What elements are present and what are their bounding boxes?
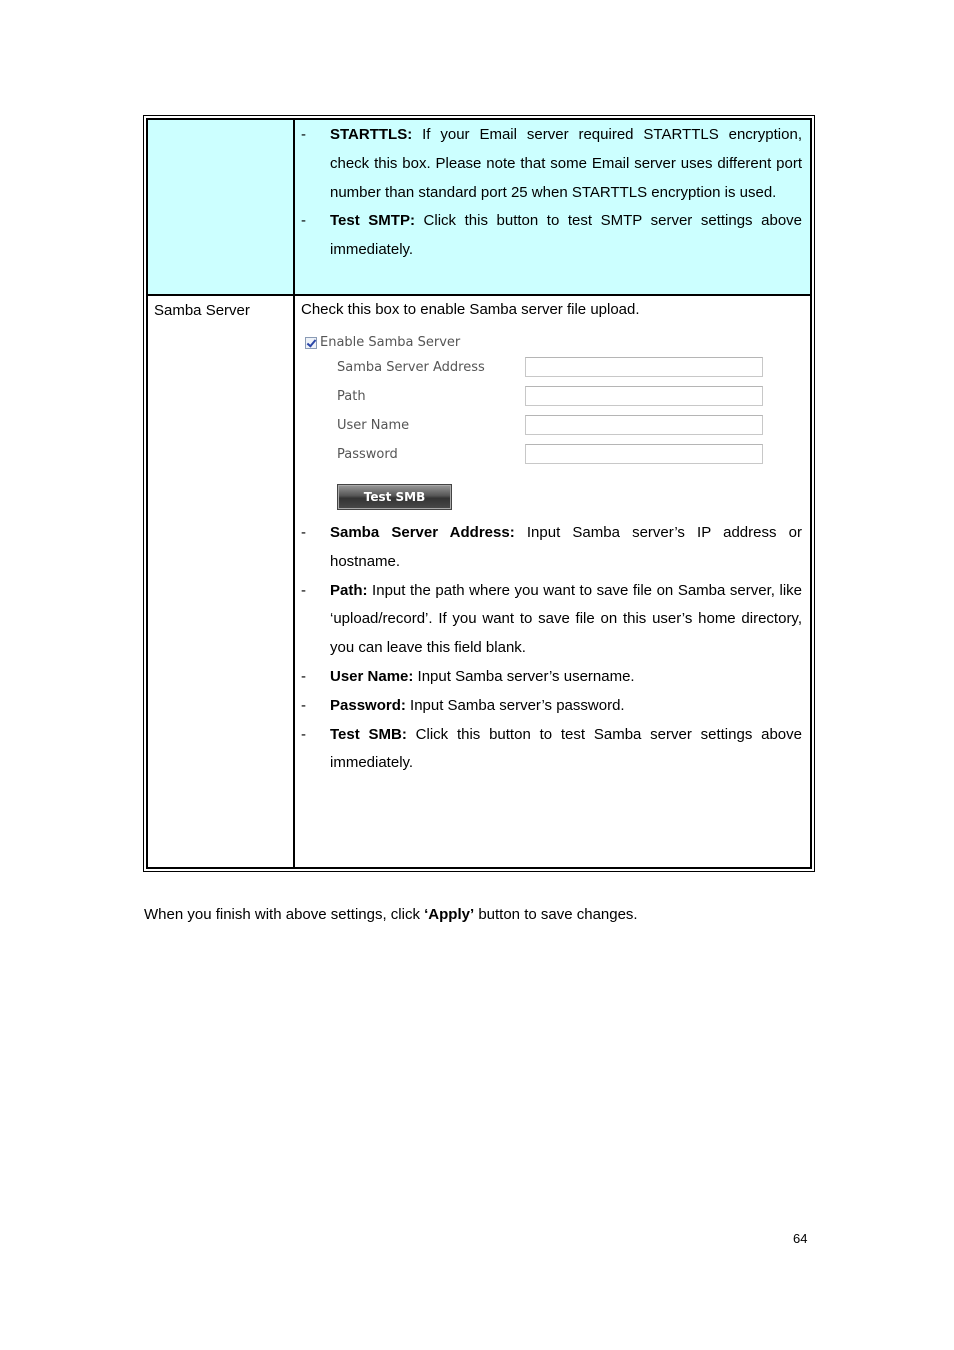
bullet-password: - Password: Input Samba server’s password… [301,696,625,714]
samba-form-screenshot: Enable Samba Server Samba Server Address… [301,329,802,519]
bullet-test-smb: - Test SMB: Click this button to test Sam… [301,725,802,772]
apply-instruction: When you finish with above settings, cli… [144,906,638,923]
table-row-samba-server: Samba Server Check this box to enable Sa… [148,296,810,867]
test-smb-button[interactable]: Test SMB [337,484,452,510]
enable-samba-label: Enable Samba Server [320,335,461,350]
term: Test SMTP: [330,212,415,230]
column-divider [293,296,295,867]
bullet-user-name: - User Name: Input Samba server’s usernam… [301,667,635,685]
page-number: 64 [793,1231,808,1246]
bullet-samba-server-address: - Samba Server Address: Input Samba serve… [301,524,802,570]
column-divider [293,120,295,294]
field-samba-server-address: Samba Server Address [337,357,763,377]
intro-text: Check this box to enable Samba server fi… [301,301,640,318]
description-cell: Check this box to enable Samba server fi… [301,299,802,778]
field-password: Password [337,444,763,464]
path-input[interactable] [525,386,763,406]
enable-samba-checkbox-row[interactable]: Enable Samba Server [305,335,460,350]
checkbox-checked-icon[interactable] [305,336,317,349]
field-path: Path [337,386,763,406]
term: STARTTLS: [330,126,413,143]
password-input[interactable] [525,444,763,464]
bullet-starttls: - STARTTLS: If your Email server required… [301,126,802,201]
table-row-starttls: - STARTTLS: If your Email server required… [148,120,810,296]
description-cell: - STARTTLS: If your Email server required… [301,121,802,265]
user-name-input[interactable] [525,415,763,435]
settings-table: - STARTTLS: If your Email server required… [143,115,815,872]
field-user-name: User Name [337,415,763,435]
bullet-path: - Path: Input the path where you want to … [301,581,802,657]
row-label: Samba Server [154,302,250,319]
bullet-test-smtp: - Test SMTP: Click this button to test SM… [301,212,802,259]
samba-server-address-input[interactable] [525,357,763,377]
